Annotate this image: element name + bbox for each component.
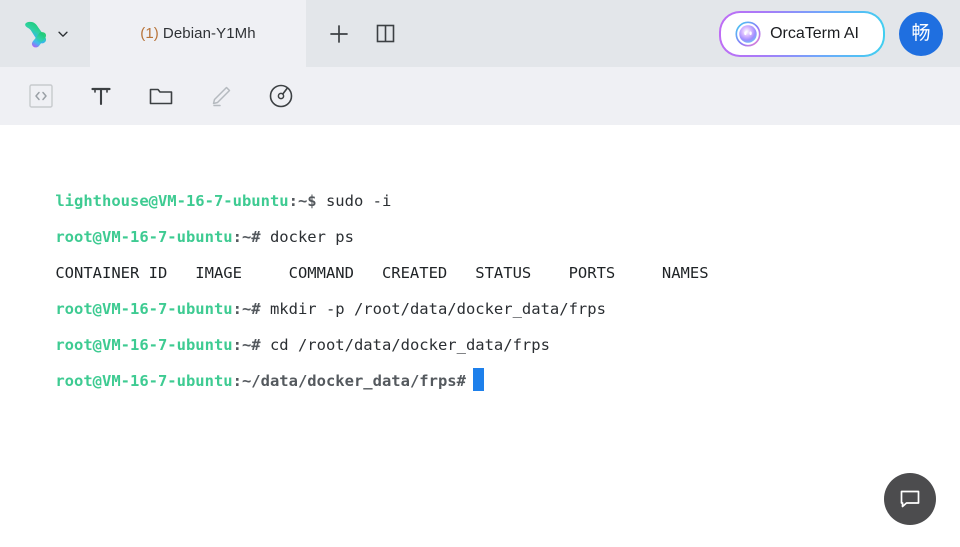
new-tab-button[interactable]	[320, 15, 358, 53]
titlebar-right: OrcaTerm AI 畅	[719, 0, 960, 67]
prompt-path: :~/data/docker_data/frps#	[232, 372, 466, 390]
chat-support-button[interactable]	[884, 473, 936, 525]
prompt-command: cd /root/data/docker_data/frps	[260, 336, 550, 354]
edit-button[interactable]	[204, 79, 238, 113]
prompt-command: sudo -i	[316, 192, 392, 210]
pencil-icon	[206, 81, 236, 111]
gauge-icon	[266, 81, 296, 111]
text-format-button[interactable]	[84, 79, 118, 113]
orcaterm-ai-label: OrcaTerm AI	[770, 24, 859, 42]
tab-strip: (1) Debian-Y1Mh	[90, 0, 306, 67]
chevron-down-icon	[56, 27, 70, 41]
tab-actions	[306, 0, 404, 67]
split-pane-icon	[375, 23, 396, 44]
app-logo-menu[interactable]	[0, 0, 90, 67]
avatar[interactable]: 畅	[899, 11, 943, 56]
plus-icon	[328, 23, 350, 45]
prompt-host: root@VM-16-7-ubuntu	[55, 372, 233, 390]
orcaterm-logo-icon	[20, 19, 50, 49]
prompt-path: :~#	[232, 300, 261, 318]
tab-count: (1)	[140, 25, 159, 42]
tab-label: Debian-Y1Mh	[162, 25, 256, 42]
prompt-command: mkdir -p /root/data/docker_data/frps	[260, 300, 606, 318]
prompt-host: lighthouse@VM-16-7-ubuntu	[55, 192, 289, 210]
code-snippet-icon	[26, 81, 56, 111]
split-pane-button[interactable]	[366, 15, 404, 53]
prompt-host: root@VM-16-7-ubuntu	[55, 336, 233, 354]
prompt-path: :~#	[232, 336, 261, 354]
prompt-host: root@VM-16-7-ubuntu	[55, 228, 233, 246]
ai-orb-icon	[735, 20, 761, 47]
prompt-path: :~#	[232, 228, 261, 246]
terminal-cursor	[472, 368, 484, 391]
command-output: CONTAINER ID IMAGE COMMAND CREATED STATU…	[55, 264, 709, 282]
code-snippet-button[interactable]	[24, 79, 58, 113]
tab-debian-y1mh[interactable]: (1) Debian-Y1Mh	[90, 0, 306, 67]
avatar-label: 畅	[911, 23, 931, 44]
terminal-line: lighthouse@VM-16-7-ubuntu:~$ sudo -i	[18, 147, 960, 210]
prompt-command: docker ps	[260, 228, 354, 246]
prompt-path: :~$	[288, 192, 317, 210]
text-format-icon	[86, 81, 116, 111]
prompt-host: root@VM-16-7-ubuntu	[55, 300, 233, 318]
terminal-output[interactable]: lighthouse@VM-16-7-ubuntu:~$ sudo -i roo…	[0, 125, 960, 547]
chat-bubble-icon	[897, 486, 923, 512]
file-manager-button[interactable]	[144, 79, 178, 113]
folder-icon	[146, 81, 176, 111]
orcaterm-ai-button-inner: OrcaTerm AI	[721, 12, 883, 55]
monitor-button[interactable]	[264, 79, 298, 113]
titlebar-spacer	[404, 0, 719, 67]
orcaterm-ai-button[interactable]: OrcaTerm AI	[719, 10, 885, 57]
toolbar	[0, 67, 960, 125]
title-bar: (1) Debian-Y1Mh OrcaTerm AI 畅	[0, 0, 960, 67]
